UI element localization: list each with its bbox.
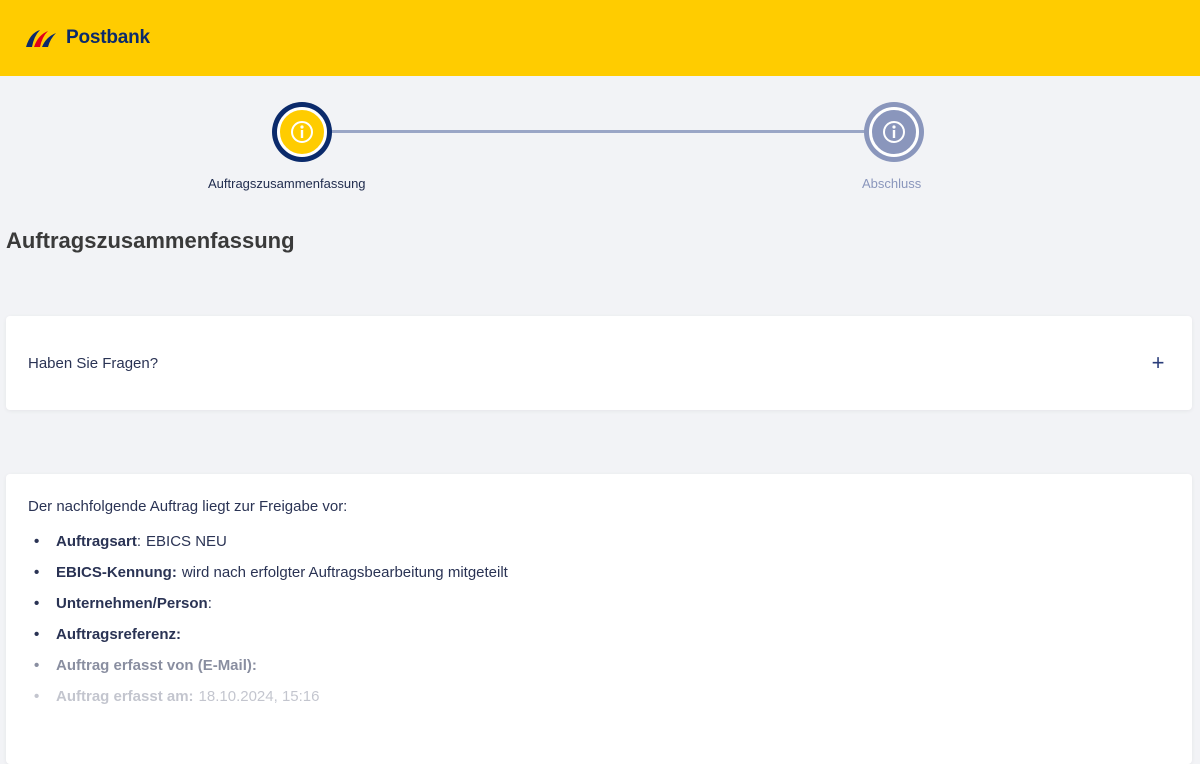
list-item: • Auftrag erfasst von (E-Mail): [28,657,1170,688]
step-label: Abschluss [862,176,922,191]
item-key: Auftragsart [56,533,137,550]
bullet-icon: • [34,595,40,612]
faq-question: Haben Sie Fragen? [28,354,159,372]
postbank-logo[interactable]: Postbank [24,27,150,49]
bullet-icon: • [34,688,40,705]
bullet-icon: • [34,657,40,674]
info-icon [291,121,313,143]
order-summary-card: Der nachfolgende Auftrag liegt zur Freig… [6,474,1192,764]
item-key: EBICS-Kennung: [56,564,177,581]
item-value: EBICS NEU [146,533,227,550]
top-header: Postbank [0,0,1200,76]
step-abschluss[interactable] [864,102,924,162]
bullet-icon: • [34,564,40,581]
summary-list: • Auftragsart: EBICS NEU • EBICS-Kennung… [28,533,1170,719]
list-item: • Auftragsart: EBICS NEU [28,533,1170,564]
item-value: 18.10.2024, 15:16 [198,688,320,705]
list-item: • Unternehmen/Person: [28,595,1170,626]
list-item: • EBICS-Kennung: wird nach erfolgter Auf… [28,564,1170,595]
item-key: Auftrag erfasst am: [56,688,194,705]
plus-icon[interactable]: + [1146,352,1170,374]
item-key: Auftrag erfasst von (E-Mail): [56,657,257,674]
summary-intro: Der nachfolgende Auftrag liegt zur Freig… [28,498,348,515]
item-key: Auftragsreferenz: [56,626,182,643]
stepper-connector [302,130,894,133]
faq-accordion[interactable]: Haben Sie Fragen? + [6,316,1192,410]
list-item: • Auftragsreferenz: [28,626,1170,657]
step-label: Auftragszusammenfassung [208,176,366,191]
item-key: Unternehmen/Person [56,595,208,612]
list-item: • Auftrag erfasst am: 18.10.2024, 15:16 [28,688,1170,719]
item-value: wird nach erfolgter Auftragsbearbeitung … [181,564,508,581]
brand-name: Postbank [66,27,150,48]
step-auftragszusammenfassung[interactable] [272,102,332,162]
bullet-icon: • [34,626,40,643]
info-icon [883,121,905,143]
item-separator: : [207,595,212,612]
bullet-icon: • [34,533,40,550]
item-separator: : [136,533,142,550]
page-title: Auftragszusammenfassung [6,228,295,253]
progress-stepper [0,76,1200,206]
postbank-logo-icon [26,30,56,47]
